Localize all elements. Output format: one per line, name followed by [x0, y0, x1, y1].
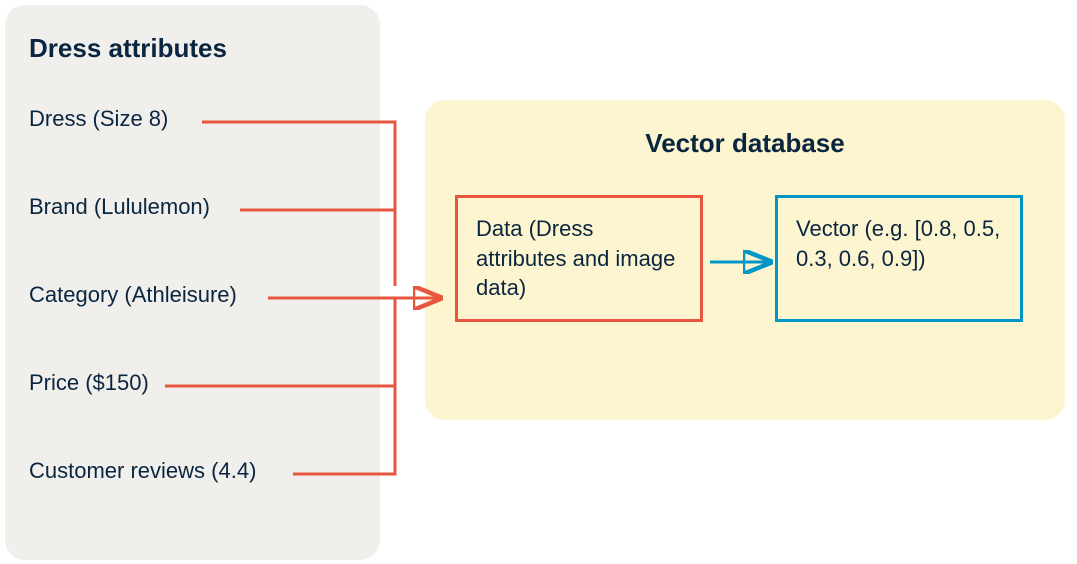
- data-box: Data (Dress attributes and image data): [455, 195, 703, 322]
- attr-item-dress: Dress (Size 8): [29, 106, 356, 132]
- attr-item-reviews: Customer reviews (4.4): [29, 458, 356, 484]
- boxes-row: Data (Dress attributes and image data) V…: [455, 195, 1035, 322]
- attributes-panel: Dress attributes Dress (Size 8) Brand (L…: [5, 5, 380, 560]
- attr-item-price: Price ($150): [29, 370, 356, 396]
- attr-item-brand: Brand (Lululemon): [29, 194, 356, 220]
- attributes-list: Dress (Size 8) Brand (Lululemon) Categor…: [29, 106, 356, 484]
- vector-database-title: Vector database: [455, 128, 1035, 159]
- vector-database-panel: Vector database Data (Dress attributes a…: [425, 100, 1065, 420]
- attr-item-category: Category (Athleisure): [29, 282, 356, 308]
- vector-box: Vector (e.g. [0.8, 0.5, 0.3, 0.6, 0.9]): [775, 195, 1023, 322]
- attributes-title: Dress attributes: [29, 33, 356, 64]
